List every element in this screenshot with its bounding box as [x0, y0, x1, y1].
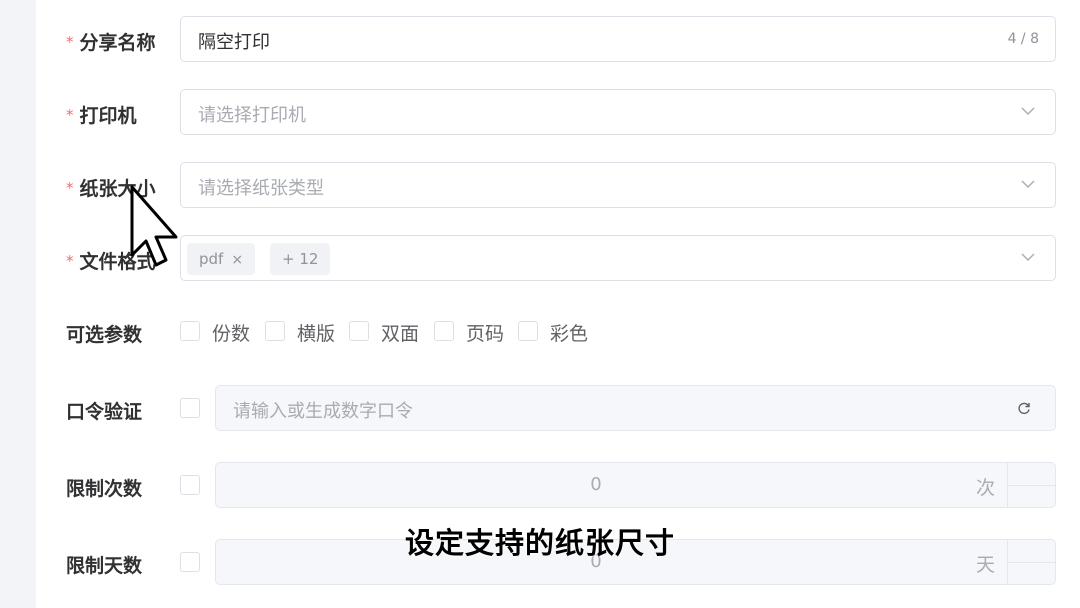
limit-count-input[interactable]: 0 次 — [215, 462, 1056, 508]
option-color-label: 彩色 — [550, 323, 589, 345]
required-mark: * — [66, 252, 74, 270]
printer-select[interactable]: 请选择打印机 — [180, 89, 1056, 135]
share-name-label-text: 分享名称 — [79, 32, 156, 54]
option-copies-label: 份数 — [212, 323, 251, 345]
close-icon[interactable]: × — [231, 252, 243, 268]
chevron-down-icon — [1021, 107, 1035, 115]
optional-params-label: 可选参数 — [66, 324, 143, 346]
required-mark: * — [66, 179, 74, 197]
file-format-tag-more[interactable]: + 12 — [270, 243, 331, 275]
option-page-number-label: 页码 — [466, 323, 505, 345]
checkbox-copies[interactable] — [180, 321, 200, 341]
file-format-select[interactable]: pdf × + 12 — [180, 235, 1056, 281]
chevron-down-icon — [1021, 253, 1035, 261]
file-format-tag-pdf: pdf × — [187, 243, 256, 275]
printer-placeholder: 请选择打印机 — [198, 105, 306, 126]
left-gutter — [0, 0, 36, 608]
paper-size-placeholder: 请选择纸张类型 — [198, 178, 324, 199]
chevron-down-icon — [1021, 180, 1035, 188]
mouse-cursor-icon — [130, 185, 178, 267]
password-label: 口令验证 — [66, 401, 143, 423]
checkbox-page-number[interactable] — [434, 321, 454, 341]
required-mark: * — [66, 33, 74, 51]
limit-count-label: 限制次数 — [66, 478, 143, 500]
printer-label: * 打印机 — [66, 101, 137, 128]
limit-count-unit: 次 — [975, 477, 995, 499]
video-caption: 设定支持的纸张尺寸 — [404, 526, 675, 560]
option-duplex-label: 双面 — [381, 323, 420, 345]
tag-label: pdf — [199, 250, 224, 268]
share-name-counter: 4 / 8 — [1007, 31, 1039, 47]
option-landscape-label: 横版 — [297, 323, 336, 345]
paper-size-select[interactable]: 请选择纸张类型 — [180, 162, 1056, 208]
refresh-icon[interactable] — [1017, 401, 1031, 415]
required-mark: * — [66, 106, 74, 124]
password-placeholder: 请输入或生成数字口令 — [233, 401, 413, 422]
checkbox-duplex[interactable] — [349, 321, 369, 341]
limit-count-value: 0 — [590, 474, 602, 495]
checkbox-color[interactable] — [518, 321, 538, 341]
password-input[interactable]: 请输入或生成数字口令 — [215, 385, 1056, 431]
share-name-input[interactable]: 隔空打印 4 / 8 — [180, 16, 1056, 62]
printer-label-text: 打印机 — [79, 105, 137, 127]
limit-count-checkbox[interactable] — [180, 475, 200, 495]
checkbox-landscape[interactable] — [265, 321, 285, 341]
share-name-label: * 分享名称 — [66, 28, 156, 55]
password-checkbox[interactable] — [180, 398, 200, 418]
share-name-value: 隔空打印 — [198, 32, 270, 53]
limit-count-stepper[interactable] — [1007, 463, 1056, 507]
